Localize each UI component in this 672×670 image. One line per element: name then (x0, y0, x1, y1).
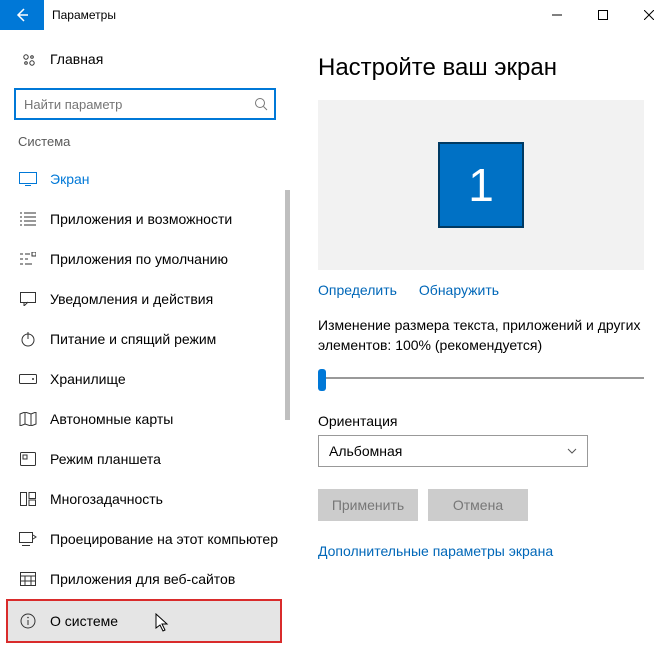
search-input[interactable] (14, 88, 276, 120)
advanced-link[interactable]: Дополнительные параметры экрана (318, 543, 644, 559)
monitor-icon (18, 172, 38, 186)
window-controls (534, 0, 672, 30)
sidebar-item-label: Приложения и возможности (38, 211, 232, 227)
home-icon (18, 50, 38, 68)
monitor-tile-1[interactable]: 1 (438, 142, 524, 228)
sidebar-item-tablet[interactable]: Режим планшета (0, 439, 290, 479)
sidebar-item-notifications[interactable]: Уведомления и действия (0, 279, 290, 319)
sidebar-item-label: Приложения для веб-сайтов (38, 571, 235, 587)
sidebar-item-label: Приложения по умолчанию (38, 251, 228, 267)
sidebar-item-label: Питание и спящий режим (38, 331, 216, 347)
monitor-preview[interactable]: 1 (318, 100, 644, 270)
slider-track (322, 377, 644, 379)
orientation-value: Альбомная (329, 443, 402, 459)
identify-link[interactable]: Определить (318, 282, 397, 298)
list-icon (18, 212, 38, 226)
sidebar-item-label: Многозадачность (38, 491, 163, 507)
minimize-icon (552, 10, 562, 20)
drive-icon (18, 374, 38, 384)
content: Главная Система Экран Приложен (0, 30, 672, 670)
arrow-left-icon (14, 7, 30, 23)
orientation-label: Ориентация (318, 413, 644, 429)
back-button[interactable] (0, 0, 44, 30)
detect-link[interactable]: Обнаружить (419, 282, 499, 298)
sidebar-item-display[interactable]: Экран (0, 159, 290, 199)
minimize-button[interactable] (534, 0, 580, 30)
maximize-button[interactable] (580, 0, 626, 30)
grid-icon (18, 572, 38, 586)
apply-button: Применить (318, 489, 418, 521)
close-button[interactable] (626, 0, 672, 30)
chat-icon (18, 292, 38, 306)
home-link[interactable]: Главная (0, 42, 290, 76)
sidebar-item-label: Экран (38, 171, 90, 187)
sidebar-item-label: О системе (38, 613, 118, 629)
sidebar-item-multitask[interactable]: Многозадачность (0, 479, 290, 519)
page-title: Настройте ваш экран (318, 54, 644, 82)
cancel-button: Отмена (428, 489, 528, 521)
sidebar-item-label: Режим планшета (38, 451, 161, 467)
maximize-icon (598, 10, 608, 20)
orientation-select[interactable]: Альбомная (318, 435, 588, 467)
sidebar-item-about[interactable]: О системе (6, 599, 282, 643)
home-label: Главная (38, 51, 103, 67)
info-icon (18, 613, 38, 629)
scale-label: Изменение размера текста, приложений и д… (318, 316, 644, 355)
sidebar-item-label: Хранилище (38, 371, 126, 387)
tablet-icon (18, 452, 38, 466)
group-header: Система (0, 134, 290, 159)
power-icon (18, 331, 38, 347)
window-title: Параметры (44, 8, 116, 22)
project-icon (18, 532, 38, 546)
search-icon (254, 97, 268, 111)
chevron-down-icon (567, 448, 577, 454)
close-icon (644, 10, 654, 20)
slider-thumb[interactable] (318, 369, 326, 391)
sidebar: Главная Система Экран Приложен (0, 30, 290, 670)
cancel-label: Отмена (453, 497, 503, 513)
scale-slider[interactable] (318, 367, 644, 395)
monitor-id: 1 (468, 158, 494, 212)
sidebar-item-apps-features[interactable]: Приложения и возможности (0, 199, 290, 239)
sidebar-item-label: Автономные карты (38, 411, 173, 427)
sidebar-item-default-apps[interactable]: Приложения по умолчанию (0, 239, 290, 279)
sidebar-item-storage[interactable]: Хранилище (0, 359, 290, 399)
titlebar: Параметры (0, 0, 672, 30)
sidebar-item-label: Уведомления и действия (38, 291, 213, 307)
main-panel: Настройте ваш экран 1 Определить Обнаруж… (290, 30, 672, 670)
apply-label: Применить (332, 497, 404, 513)
sidebar-item-projecting[interactable]: Проецирование на этот компьютер (0, 519, 290, 559)
search-box[interactable] (14, 88, 276, 120)
sidebar-item-maps[interactable]: Автономные карты (0, 399, 290, 439)
sidebar-item-label: Проецирование на этот компьютер (38, 531, 278, 547)
sidebar-item-power[interactable]: Питание и спящий режим (0, 319, 290, 359)
sidebar-item-webapps[interactable]: Приложения для веб-сайтов (0, 559, 290, 599)
multitask-icon (18, 492, 38, 506)
nav-list: Экран Приложения и возможности Приложени… (0, 159, 290, 670)
defaults-icon (18, 252, 38, 266)
map-icon (18, 412, 38, 426)
